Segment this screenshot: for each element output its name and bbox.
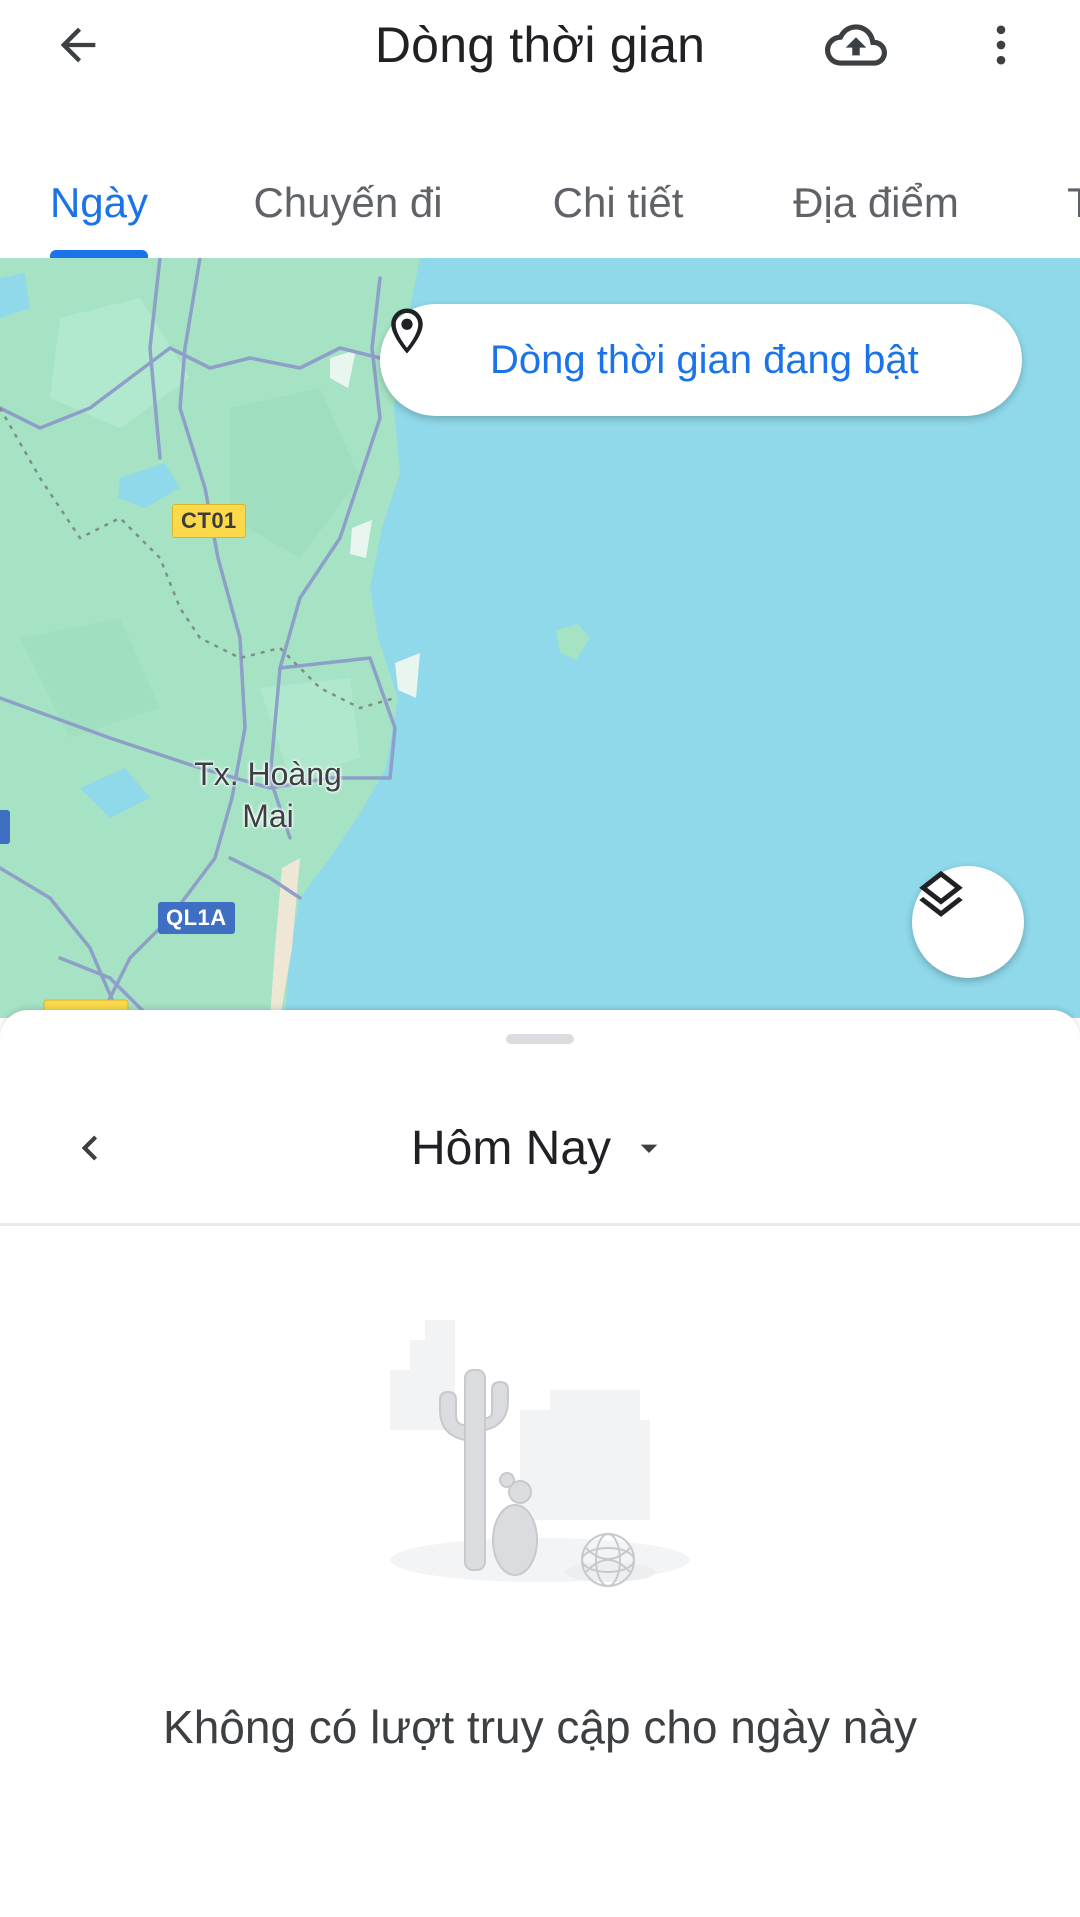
map-view[interactable]: CT01 QL1A Tx. Hoàng Mai Dòng thời gian đ… bbox=[0, 258, 1080, 1018]
tab-places[interactable]: Địa điểm bbox=[770, 148, 982, 258]
more-options-button[interactable] bbox=[966, 10, 1036, 80]
town-label-line1: Tx. Hoàng bbox=[194, 756, 342, 792]
tab-day[interactable]: Ngày bbox=[20, 148, 178, 258]
empty-state-message: Không có lượt truy cập cho ngày này bbox=[163, 1701, 917, 1753]
tab-bar: Ngày Chuyến đi Chi tiết Địa điểm T bbox=[0, 148, 1080, 258]
location-pin-icon bbox=[391, 308, 423, 354]
active-tab-indicator bbox=[50, 250, 148, 258]
sheet-divider bbox=[0, 1223, 1080, 1226]
date-label: Hôm Nay bbox=[410, 1121, 612, 1175]
app-bar: Dòng thời gian bbox=[0, 0, 1080, 90]
chevron-left-icon bbox=[81, 1135, 98, 1161]
timeline-status-label: Dòng thời gian đang bật bbox=[490, 337, 919, 382]
road-label-ql1a: QL1A bbox=[158, 902, 235, 934]
tab-more-truncated[interactable]: T bbox=[1050, 148, 1080, 258]
layers-icon bbox=[919, 870, 963, 917]
date-selector[interactable]: Hôm Nay bbox=[340, 1100, 740, 1196]
road-label-ct01: CT01 bbox=[172, 504, 246, 538]
page-title: Dòng thời gian bbox=[374, 17, 706, 73]
town-label-line2: Mai bbox=[242, 798, 294, 834]
tab-details[interactable]: Chi tiết bbox=[528, 148, 708, 258]
map-layers-button[interactable] bbox=[912, 866, 1024, 978]
tab-trips[interactable]: Chuyến đi bbox=[228, 148, 468, 258]
back-button[interactable] bbox=[40, 12, 116, 78]
town-label: Tx. Hoàng Mai bbox=[168, 753, 368, 837]
more-vert-icon bbox=[996, 25, 1006, 65]
pin-icon-wrap bbox=[380, 304, 490, 416]
sheet-drag-handle[interactable] bbox=[506, 1034, 574, 1044]
upload-button[interactable] bbox=[818, 10, 894, 80]
bottom-sheet: Hôm Nay Không có lượt truy cập cho ngày … bbox=[0, 1010, 1080, 1917]
arrow-drop-down-icon bbox=[640, 1144, 658, 1153]
empty-state-cactus-illustration bbox=[390, 1320, 690, 1587]
timeline-status-pill[interactable]: Dòng thời gian đang bật bbox=[380, 304, 1022, 416]
previous-day-button[interactable] bbox=[52, 1100, 128, 1196]
cloud-upload-icon bbox=[825, 24, 887, 66]
arrow-back-icon bbox=[60, 27, 96, 63]
